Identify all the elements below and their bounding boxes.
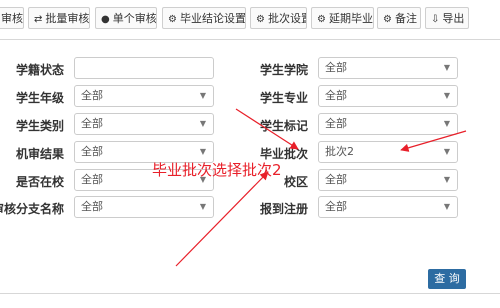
arrow-to-batch-select	[400, 130, 467, 152]
arrow-from-annotation	[175, 171, 269, 267]
annotation-text: 毕业批次选择批次2	[152, 161, 282, 179]
arrow-to-batch-label	[235, 108, 299, 150]
annotation-arrows	[175, 108, 467, 267]
